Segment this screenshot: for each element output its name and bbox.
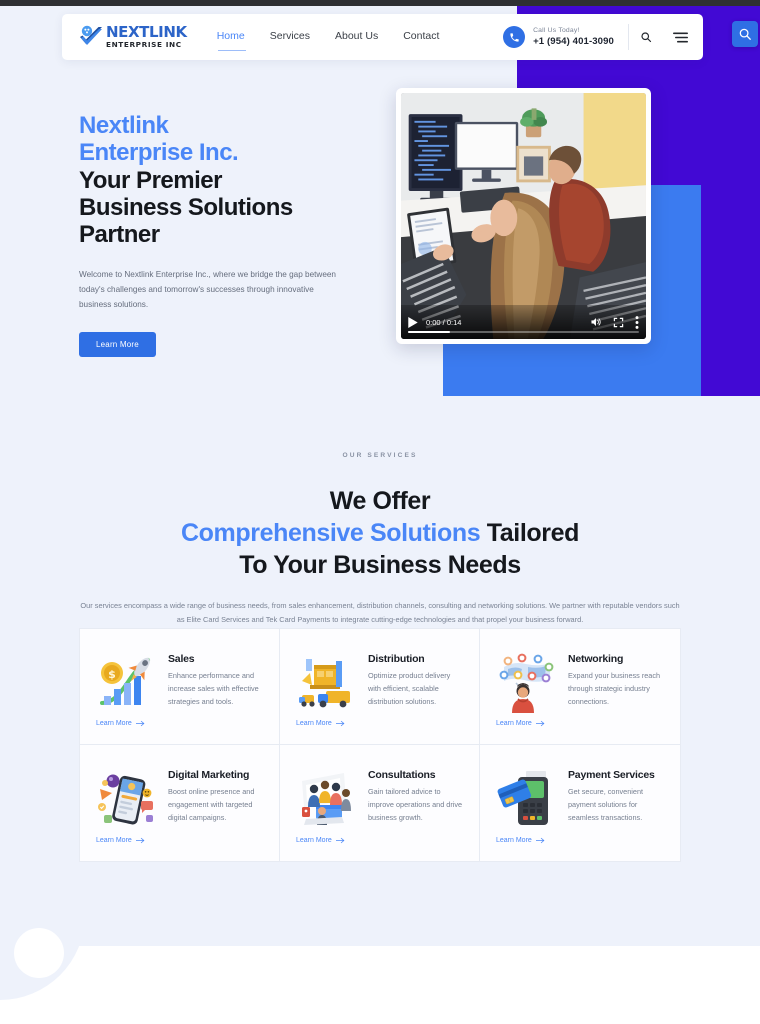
service-card-desc: Optimize product delivery with efficient… <box>368 671 451 706</box>
video-progress-bar[interactable] <box>408 330 639 333</box>
video-time-display: 0:00 / 0:14 <box>426 317 462 327</box>
service-card-link[interactable]: Learn More <box>496 720 545 727</box>
nav-item-about-us[interactable]: About Us <box>335 30 378 44</box>
service-card-link[interactable]: Learn More <box>96 720 145 727</box>
logo-wordmark: NEXTLINK ENTERPRISE INC <box>106 23 187 50</box>
service-card-title: Consultations <box>368 769 436 781</box>
more-options-icon[interactable] <box>635 315 639 329</box>
service-card-link-label: Learn More <box>296 837 332 844</box>
search-icon[interactable] <box>629 14 663 60</box>
phone-icon <box>503 26 526 48</box>
service-card-desc: Boost online presence and engagement wit… <box>168 787 255 822</box>
service-card-networking[interactable]: Networking Expand your business reach th… <box>480 629 680 745</box>
phone-number: +1 (954) 401-3090 <box>533 36 614 47</box>
arrow-right-icon <box>135 837 145 844</box>
service-card-payment-services[interactable]: Payment Services Get secure, convenient … <box>480 745 680 861</box>
payment-terminal-card-icon <box>497 771 548 825</box>
arrow-right-icon <box>335 720 345 727</box>
service-card-digital-marketing[interactable]: Digital Marketing Boost online presence … <box>80 745 280 861</box>
digital-marketing-phone-icon <box>98 774 153 825</box>
hero-title-accent-2: Enterprise Inc. <box>79 139 239 167</box>
service-card-distribution[interactable]: Distribution Optimize product delivery w… <box>280 629 480 745</box>
services-paragraph: Our services encompass a wide range of b… <box>80 601 680 625</box>
networking-people-globe-icon <box>499 653 554 713</box>
service-card-link-label: Learn More <box>96 837 132 844</box>
service-card-link-label: Learn More <box>496 720 532 727</box>
service-card-link-label: Learn More <box>96 720 132 727</box>
arrow-right-icon <box>135 720 145 727</box>
service-card-link[interactable]: Learn More <box>296 720 345 727</box>
services-heading-accent: Comprehensive Solutions <box>181 519 481 547</box>
services-heading-line-3: To Your Business Needs <box>239 551 521 579</box>
check-person-logo-icon <box>78 25 104 49</box>
nav-item-home[interactable]: Home <box>217 30 246 51</box>
site-header: NEXTLINK ENTERPRISE INC Home Services Ab… <box>62 14 703 60</box>
nav-item-services[interactable]: Services <box>270 30 310 44</box>
call-us-label: Call Us Today! <box>533 27 580 34</box>
search-magnifier-icon <box>739 28 751 40</box>
hero-title-line-3: Your Premier <box>79 166 222 194</box>
main-nav: Home Services About Us Contact <box>217 30 439 51</box>
arrow-right-icon <box>535 720 545 727</box>
svg-text:$: $ <box>108 668 116 681</box>
volume-icon[interactable] <box>590 316 602 328</box>
video-right-controls <box>590 315 639 329</box>
nav-item-contact[interactable]: Contact <box>403 30 439 44</box>
hero-title-accent-1: Nextlink <box>79 112 169 139</box>
service-card-desc: Gain tailored advice to improve operatio… <box>368 787 463 822</box>
consultations-meeting-icon <box>302 773 351 825</box>
distribution-truck-warehouse-icon <box>299 659 350 708</box>
hamburger-menu-icon[interactable] <box>663 14 697 60</box>
service-card-consultations[interactable]: Consultations Gain tailored advice to im… <box>280 745 480 861</box>
service-card-title: Networking <box>568 653 624 665</box>
site-logo[interactable]: NEXTLINK ENTERPRISE INC <box>78 25 187 49</box>
service-card-link[interactable]: Learn More <box>296 837 345 844</box>
arrow-right-icon <box>535 837 545 844</box>
play-icon[interactable] <box>408 316 418 328</box>
service-card-sales[interactable]: $ Sales Enhance performance and increase… <box>80 629 280 745</box>
services-eyebrow: OUR SERVICES <box>342 452 418 459</box>
service-card-link-label: Learn More <box>296 720 332 727</box>
video-poster-image <box>401 93 646 339</box>
hero-paragraph: Welcome to Nextlink Enterprise Inc., whe… <box>79 269 336 310</box>
floating-search-button[interactable] <box>732 21 758 47</box>
header-right-group: Call Us Today! +1 (954) 401-3090 <box>503 14 703 60</box>
service-card-title: Digital Marketing <box>168 769 250 781</box>
video-player[interactable]: 0:00 / 0:14 <box>401 93 646 339</box>
services-section: OUR SERVICES We Offer Comprehensive Solu… <box>0 452 760 627</box>
page-title: Nextlink Enterprise Inc. Your Premier Bu… <box>79 112 379 249</box>
logo-line-secondary: ENTERPRISE INC <box>106 40 182 50</box>
sales-growth-rocket-icon: $ <box>100 657 150 705</box>
hero-title-line-4: Business Solutions <box>79 194 293 222</box>
hero-title-line-5: Partner <box>79 221 160 249</box>
video-controls-bar[interactable]: 0:00 / 0:14 <box>401 305 646 339</box>
hero-text-block: Nextlink Enterprise Inc. Your Premier Bu… <box>79 112 379 358</box>
service-card-desc: Get secure, convenient payment solutions… <box>568 787 644 822</box>
logo-line-primary: NEXTLINK <box>106 23 187 42</box>
service-card-link[interactable]: Learn More <box>496 837 545 844</box>
services-heading-rest: Tailored <box>480 519 580 547</box>
fullscreen-icon[interactable] <box>613 317 624 328</box>
hero-learn-more-button[interactable]: Learn More <box>79 332 156 358</box>
service-card-link-label: Learn More <box>496 837 532 844</box>
services-heading: We Offer Comprehensive Solutions Tailore… <box>0 485 760 581</box>
services-grid: $ Sales Enhance performance and increase… <box>79 628 681 862</box>
service-card-title: Sales <box>168 653 195 665</box>
service-card-link[interactable]: Learn More <box>96 837 145 844</box>
page-root: NEXTLINK ENTERPRISE INC Home Services Ab… <box>0 0 760 1024</box>
bottom-left-circle-decoration <box>14 928 64 978</box>
service-card-desc: Enhance performance and increase sales w… <box>168 671 259 706</box>
service-card-title: Payment Services <box>568 769 655 781</box>
services-heading-line-1: We Offer <box>329 487 431 515</box>
service-card-desc: Expand your business reach through strat… <box>568 671 661 706</box>
hero-video-card[interactable]: 0:00 / 0:14 <box>396 88 651 344</box>
call-us-block[interactable]: Call Us Today! +1 (954) 401-3090 <box>503 26 628 48</box>
service-card-title: Distribution <box>368 653 425 665</box>
footer-white-area <box>0 946 760 1024</box>
arrow-right-icon <box>335 837 345 844</box>
